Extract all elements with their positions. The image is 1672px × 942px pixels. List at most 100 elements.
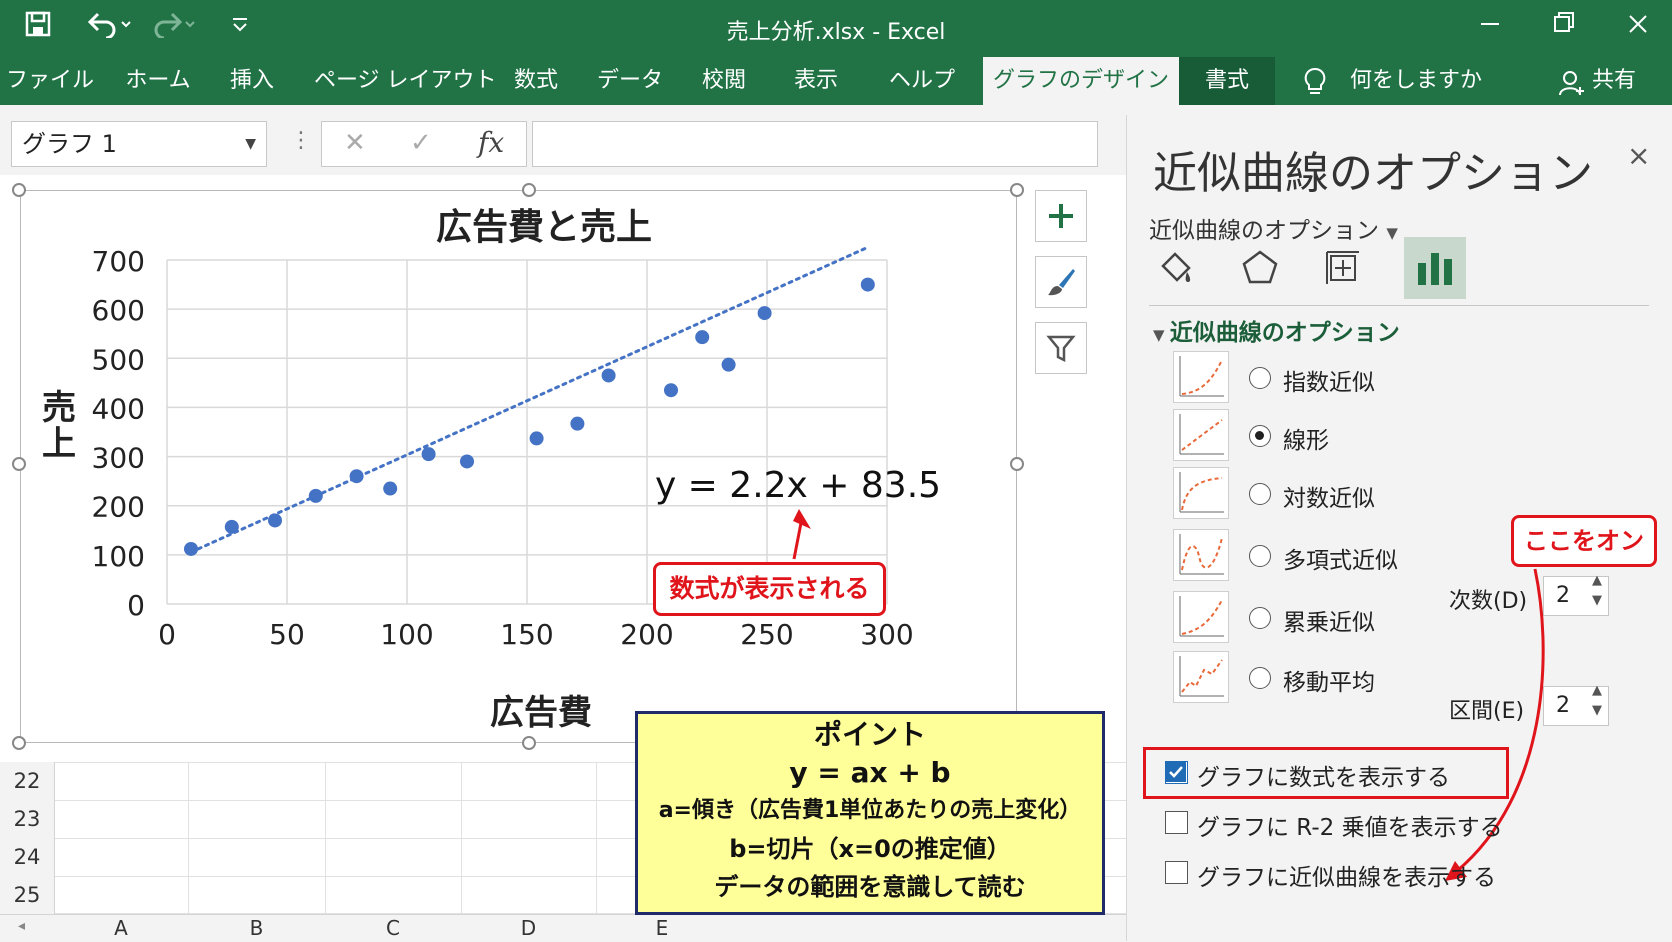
column-header-a[interactable]: A	[54, 916, 188, 941]
data-point[interactable]	[421, 447, 436, 462]
equation-arrow	[792, 522, 803, 560]
row-header-24[interactable]: 24	[0, 838, 55, 876]
data-point[interactable]	[184, 541, 198, 556]
trendline-equation[interactable]: y = 2.2x + 83.5	[655, 465, 941, 506]
cancel-entry-icon[interactable]: ✕	[344, 128, 366, 158]
tell-me-search[interactable]: 何をしますか	[1350, 57, 1490, 105]
pane-dropdown-label: 近似曲線のオプション	[1149, 218, 1379, 244]
tab-insert[interactable]: 挿入	[222, 57, 282, 105]
name-box-value: グラフ 1	[22, 130, 117, 158]
spin-up-icon[interactable]: ▲	[1592, 681, 1602, 701]
data-point[interactable]	[757, 306, 772, 321]
trendline-options-icon[interactable]	[1404, 237, 1466, 299]
pane-dropdown[interactable]: 近似曲線のオプション ▼	[1149, 211, 1398, 245]
share-button[interactable]: 共有	[1592, 57, 1652, 105]
chart-title[interactable]: 広告費と売上	[436, 207, 652, 248]
chevron-down-icon: ▼	[1386, 224, 1398, 242]
chart-filters-button[interactable]	[1035, 322, 1087, 374]
insert-function-icon[interactable]: fx	[478, 126, 504, 159]
linear-radio[interactable]	[1249, 425, 1271, 447]
data-point[interactable]	[529, 431, 544, 446]
tab-chart-design[interactable]: グラフのデザイン	[983, 57, 1179, 105]
period-value: 2	[1556, 693, 1570, 718]
data-point[interactable]	[349, 469, 364, 484]
data-point[interactable]	[721, 357, 736, 372]
row-header-23[interactable]: 23	[0, 800, 55, 838]
data-point[interactable]	[383, 481, 398, 496]
resize-handle[interactable]	[1010, 183, 1024, 197]
power-radio[interactable]	[1249, 607, 1271, 629]
close-icon[interactable]	[1618, 10, 1658, 45]
column-header-c[interactable]: C	[325, 916, 461, 941]
data-point[interactable]	[860, 277, 875, 292]
data-point[interactable]	[268, 513, 282, 528]
display-trendline-checkbox[interactable]	[1165, 861, 1188, 884]
tab-page-layout[interactable]: ページ レイアウト	[314, 57, 497, 105]
column-header-d[interactable]: D	[461, 916, 596, 941]
restore-icon[interactable]	[1544, 10, 1584, 45]
formula-input[interactable]	[532, 121, 1098, 167]
x-tick-label: 300	[860, 618, 913, 651]
enter-icon[interactable]: ✓	[410, 128, 432, 158]
pane-close-icon[interactable]: ×	[1627, 139, 1650, 172]
tab-format[interactable]: 書式	[1179, 57, 1275, 105]
resize-handle[interactable]	[522, 736, 536, 750]
tab-formulas[interactable]: 数式	[506, 57, 566, 105]
tab-view[interactable]: 表示	[786, 57, 846, 105]
chart-elements-button[interactable]	[1035, 190, 1087, 242]
tab-file[interactable]: ファイル	[6, 57, 94, 105]
x-tick-label: 50	[269, 618, 305, 651]
data-point[interactable]	[695, 330, 710, 345]
name-box-dropdown-icon[interactable]: ▼	[245, 122, 256, 166]
resize-handle[interactable]	[12, 183, 26, 197]
spin-up-icon[interactable]: ▲	[1592, 571, 1602, 591]
resize-handle[interactable]	[12, 736, 26, 750]
y-axis-title[interactable]: 売上	[42, 388, 76, 464]
tab-review[interactable]: 校閲	[694, 57, 754, 105]
point-note-intercept: b=切片（x=0の推定値）	[729, 835, 1011, 863]
x-axis-title[interactable]: 広告費	[490, 693, 592, 733]
fill-line-icon[interactable]	[1157, 248, 1197, 292]
arrowhead-icon	[793, 509, 811, 529]
more-options-icon[interactable]: ⋮	[290, 128, 312, 153]
section-header-label: 近似曲線のオプション	[1169, 320, 1400, 346]
spin-down-icon[interactable]: ▼	[1592, 701, 1602, 721]
x-tick-label: 100	[380, 618, 433, 651]
row-header-25[interactable]: 25	[0, 876, 55, 914]
polynomial-radio[interactable]	[1249, 545, 1271, 567]
data-point[interactable]	[460, 454, 474, 469]
column-header-e[interactable]: E	[596, 916, 728, 941]
data-point[interactable]	[308, 488, 323, 503]
ribbon-tabs: ファイル ホーム 挿入 ページ レイアウト 数式 データ 校閲 表示 ヘルプ グ…	[0, 57, 1672, 105]
resize-handle[interactable]	[1010, 457, 1024, 471]
size-properties-icon[interactable]	[1323, 248, 1363, 292]
divider	[1149, 305, 1649, 306]
section-header[interactable]: ▼ 近似曲線のオプション	[1153, 313, 1400, 347]
display-equation-checkbox[interactable]	[1165, 761, 1188, 784]
collapse-triangle-icon: ▼	[1153, 326, 1170, 344]
resize-handle[interactable]	[12, 457, 26, 471]
moving-average-radio[interactable]	[1249, 667, 1271, 689]
name-box[interactable]: グラフ 1 ▼	[11, 121, 267, 167]
logarithmic-radio[interactable]	[1249, 483, 1271, 505]
tab-data[interactable]: データ	[594, 57, 666, 105]
column-header-b[interactable]: B	[188, 916, 325, 941]
minimize-icon[interactable]	[1470, 10, 1510, 45]
resize-handle[interactable]	[522, 183, 536, 197]
data-point[interactable]	[664, 383, 678, 398]
scroll-left-icon[interactable]: ◂	[18, 918, 25, 934]
exponential-radio[interactable]	[1249, 367, 1271, 389]
data-point[interactable]	[224, 519, 239, 534]
chart-styles-button[interactable]	[1035, 256, 1087, 308]
tab-home[interactable]: ホーム	[118, 57, 198, 105]
row-header-22[interactable]: 22	[0, 762, 55, 800]
logarithmic-label: 対数近似	[1283, 486, 1375, 512]
data-point[interactable]	[601, 368, 616, 383]
chart-object[interactable]: 広告費と売上 広告費 売上 0 100 200 300 400 500 600 700 0 50 1…	[20, 190, 1017, 743]
display-r-squared-checkbox[interactable]	[1165, 811, 1188, 834]
data-point[interactable]	[570, 416, 585, 431]
spin-down-icon[interactable]: ▼	[1592, 591, 1602, 611]
effects-icon[interactable]	[1240, 248, 1280, 292]
y-tick-label: 500	[92, 343, 145, 376]
tab-help[interactable]: ヘルプ	[884, 57, 960, 105]
